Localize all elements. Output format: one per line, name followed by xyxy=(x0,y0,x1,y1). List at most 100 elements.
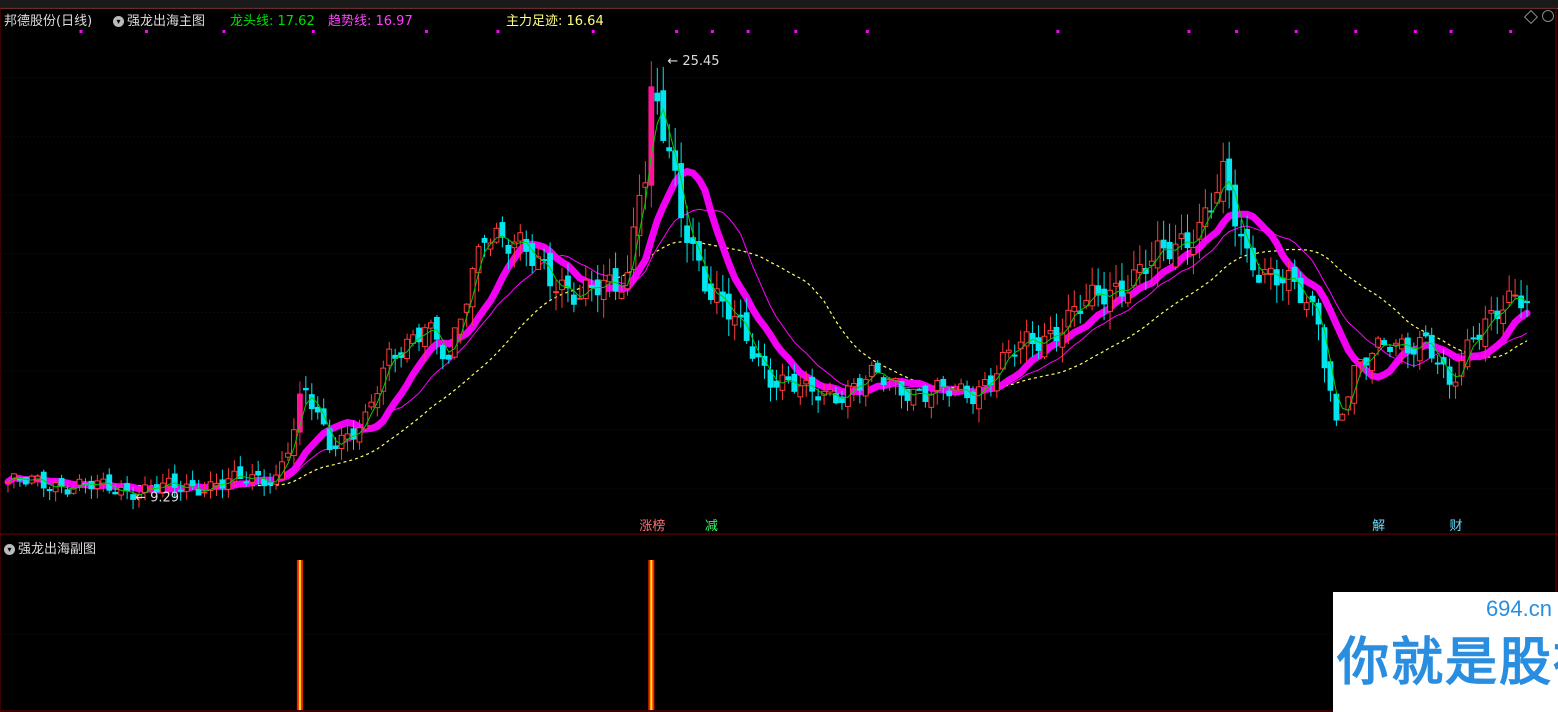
watermark-logo: 694.cn 你就是股神 xyxy=(1333,592,1558,712)
candle-body xyxy=(106,474,113,491)
candle-body xyxy=(1113,282,1119,287)
signal-dot xyxy=(496,30,500,33)
candle-body xyxy=(5,481,11,484)
candle-body xyxy=(1315,302,1322,325)
candle-body xyxy=(785,376,792,381)
signal-dot xyxy=(591,30,595,33)
candle-body xyxy=(1178,233,1185,240)
candle-body xyxy=(1232,184,1239,227)
candle-body xyxy=(1220,160,1227,202)
candle-body xyxy=(570,294,577,305)
candle-body xyxy=(261,478,268,487)
candle-body xyxy=(517,232,524,242)
candle-body xyxy=(1071,305,1078,312)
candle-body xyxy=(58,478,65,487)
candle-body xyxy=(189,480,196,487)
candle-body xyxy=(499,222,506,238)
candle-body xyxy=(88,480,95,490)
candle-body xyxy=(1041,335,1048,358)
sub-chart-header[interactable]: ▾ 强龙出海副图 xyxy=(4,538,96,557)
watermark-url: 694.cn xyxy=(1485,596,1552,621)
candle-body xyxy=(850,383,857,388)
candle-body xyxy=(338,434,345,449)
chevron-down-icon[interactable]: ▾ xyxy=(4,544,15,555)
candle-body xyxy=(386,348,393,366)
signal-dot xyxy=(79,30,83,33)
candle-body xyxy=(1399,338,1405,350)
candle-body xyxy=(1089,284,1096,307)
candle-body xyxy=(1273,269,1280,286)
candle-body xyxy=(1005,349,1012,353)
candle-body xyxy=(612,268,619,292)
candle-body xyxy=(725,293,732,320)
candle-body xyxy=(1434,362,1441,365)
candle-body xyxy=(433,316,440,340)
candle-body xyxy=(1035,337,1042,351)
candle-body xyxy=(201,491,208,494)
candle-body xyxy=(1458,360,1465,377)
candle-body xyxy=(827,389,833,393)
candle-body xyxy=(1023,331,1030,347)
candle-body xyxy=(1285,270,1292,291)
signal-dot xyxy=(675,30,679,33)
candle-body xyxy=(1136,264,1143,273)
candle-body xyxy=(469,268,476,308)
candle-body xyxy=(1381,340,1387,346)
signal-dot xyxy=(1413,30,1417,33)
candle-body xyxy=(308,394,315,410)
candle-body xyxy=(22,477,29,485)
candle-body xyxy=(868,364,875,377)
trend-band xyxy=(4,167,1531,494)
candle-body xyxy=(976,386,982,410)
candle-body xyxy=(1446,366,1453,385)
candle-body xyxy=(1303,302,1310,311)
signal-dot xyxy=(424,30,428,33)
signal-dot xyxy=(1294,30,1298,33)
candle-body xyxy=(773,380,780,388)
candle-body xyxy=(815,396,822,401)
candle-body xyxy=(1500,309,1507,324)
event-tag: 涨榜 xyxy=(639,518,665,534)
candle-body xyxy=(1160,239,1167,249)
candle-body xyxy=(1125,292,1131,304)
candle-body xyxy=(243,481,250,484)
kline-chart[interactable]: ← 25.45 ← 9.29 涨榜 减 解 财 xyxy=(0,0,1558,712)
candle-body xyxy=(1291,266,1298,282)
candle-body xyxy=(76,478,83,486)
candle-body xyxy=(64,489,71,495)
candle-body xyxy=(1393,342,1399,346)
candle-body xyxy=(1011,354,1018,357)
candle-body xyxy=(553,291,559,294)
candle-body xyxy=(845,385,851,407)
candle-body xyxy=(862,378,869,397)
candle-body xyxy=(1184,232,1191,249)
candle-body xyxy=(1107,289,1113,312)
signal-dot xyxy=(1449,30,1453,33)
candle-body xyxy=(1172,243,1179,268)
candle-body xyxy=(445,354,452,360)
sub-signal-bar-core xyxy=(298,560,301,710)
candle-body xyxy=(439,345,446,360)
candle-body xyxy=(743,312,750,341)
watermark-text: 你就是股神 xyxy=(1337,633,1558,693)
candle-body xyxy=(422,327,428,348)
candle-body xyxy=(1190,247,1197,255)
candle-body xyxy=(314,406,321,413)
candle-body xyxy=(1464,339,1471,368)
candle-body xyxy=(1202,207,1209,228)
candle-body xyxy=(1410,347,1417,355)
event-tag: 财 xyxy=(1450,519,1463,534)
candle-body xyxy=(749,346,756,359)
candle-body xyxy=(1387,347,1393,352)
candle-body xyxy=(946,390,953,397)
candle-body xyxy=(1506,290,1513,303)
candle-body xyxy=(588,285,595,288)
candle-body xyxy=(582,279,589,300)
candle-body xyxy=(809,376,816,392)
candle-body xyxy=(1416,337,1423,362)
candle-body xyxy=(1053,326,1060,342)
signal-dot xyxy=(1056,30,1060,33)
signal-dot xyxy=(1509,30,1513,33)
candle-body xyxy=(1321,327,1328,369)
signal-dot xyxy=(710,30,714,33)
